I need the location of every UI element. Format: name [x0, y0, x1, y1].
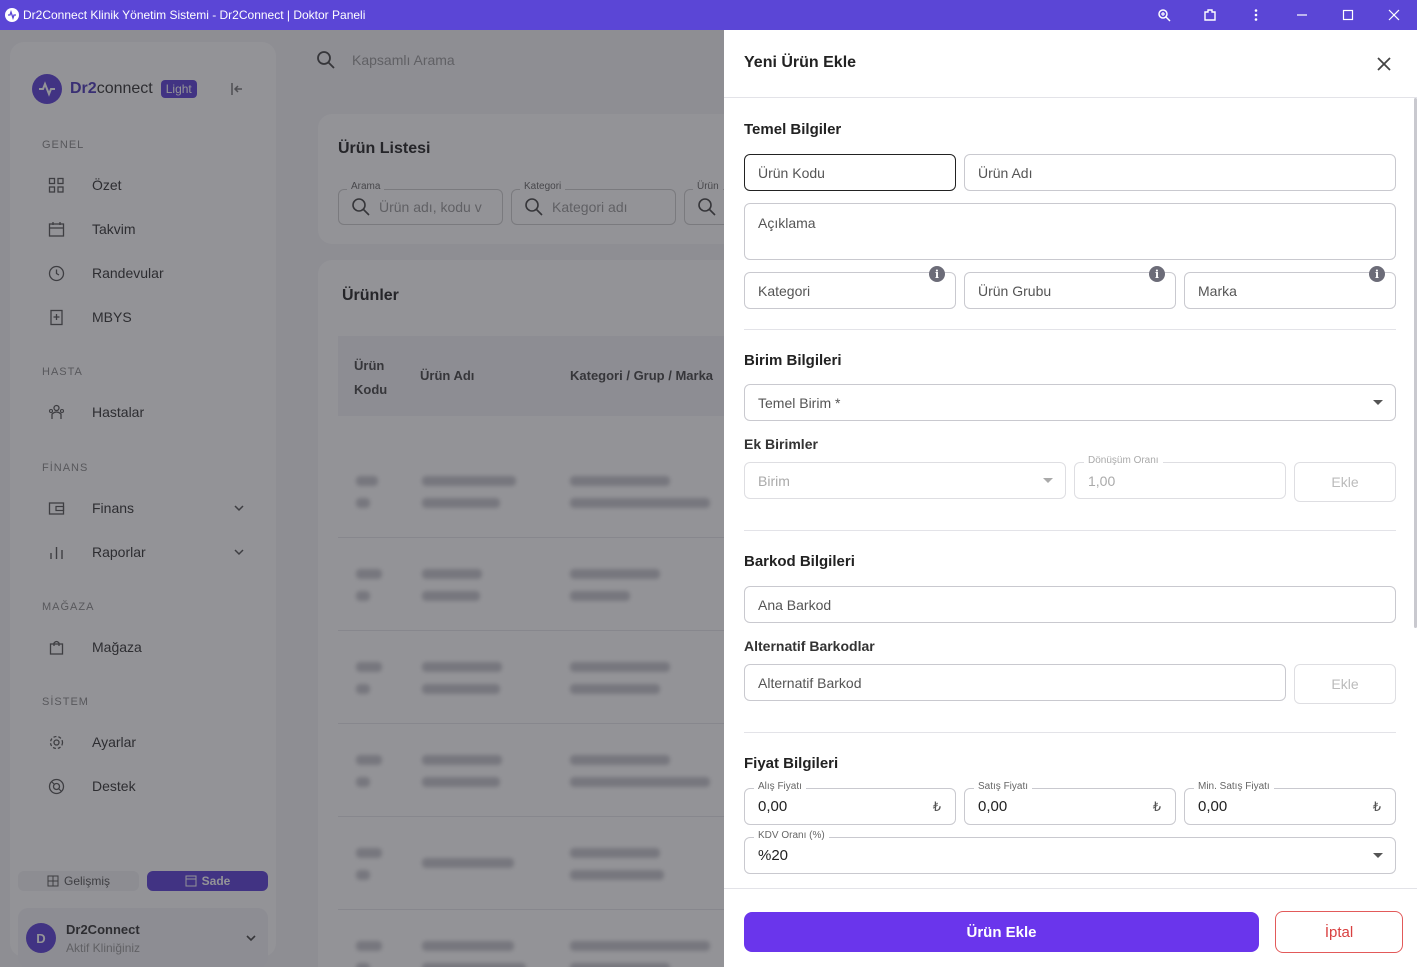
conversion-rate-input[interactable]: Dönüşüm Oranı 1,00 — [1074, 455, 1286, 499]
field-placeholder: Ana Barkod — [758, 596, 832, 613]
brand-input[interactable]: Marka — [1184, 272, 1396, 309]
drawer-header: Yeni Ürün Ekle — [724, 30, 1417, 98]
drawer-title: Yeni Ürün Ekle — [744, 54, 857, 71]
field-placeholder: Ürün Kodu — [758, 164, 825, 181]
app-icon — [5, 8, 19, 22]
modal-overlay[interactable] — [0, 30, 724, 967]
info-icon[interactable]: i — [929, 266, 945, 282]
minimize-icon[interactable] — [1279, 0, 1325, 30]
product-name-input[interactable]: Ürün Adı — [964, 154, 1396, 191]
field-placeholder: Alternatif Barkod — [758, 674, 862, 691]
more-menu-icon[interactable] — [1233, 0, 1279, 30]
alt-barcodes-title: Alternatif Barkodlar — [744, 638, 875, 654]
field-value: 0,00 — [758, 798, 788, 815]
extra-units-title: Ek Birimler — [744, 436, 818, 452]
zoom-icon[interactable] — [1141, 0, 1187, 30]
field-label: Alış Fiyatı — [754, 781, 806, 792]
min-sale-price-input[interactable]: Min. Satış Fiyatı 0,00 ₺ — [1184, 781, 1396, 825]
purchase-price-input[interactable]: Alış Fiyatı 0,00 ₺ — [744, 781, 956, 825]
chevron-down-icon — [1043, 478, 1053, 483]
field-placeholder: Birim — [758, 472, 790, 489]
chevron-down-icon — [1373, 853, 1383, 858]
window-title: Dr2Connect Klinik Yönetim Sistemi - Dr2C… — [23, 8, 366, 22]
divider — [744, 329, 1396, 330]
field-placeholder: Temel Birim * — [758, 394, 841, 411]
lira-icon: ₺ — [1372, 798, 1381, 814]
lira-icon: ₺ — [932, 798, 941, 814]
field-placeholder: Ürün Adı — [978, 164, 1033, 181]
maximize-icon[interactable] — [1325, 0, 1371, 30]
drawer-footer: Ürün Ekle İptal — [724, 888, 1417, 967]
section-price-info: Fiyat Bilgileri — [744, 755, 839, 772]
cancel-button[interactable]: İptal — [1275, 911, 1403, 953]
field-label: KDV Oranı (%) — [754, 830, 829, 841]
field-placeholder: Kategori — [758, 282, 811, 299]
extension-icon[interactable] — [1187, 0, 1233, 30]
field-placeholder: Açıklama — [758, 215, 816, 231]
add-barcode-button[interactable]: Ekle — [1294, 664, 1396, 704]
vat-rate-select[interactable]: KDV Oranı (%) %20 — [744, 830, 1396, 874]
section-basic-info: Temel Bilgiler — [744, 121, 842, 138]
alt-barcode-input[interactable]: Alternatif Barkod — [744, 664, 1286, 701]
sale-price-input[interactable]: Satış Fiyatı 0,00 ₺ — [964, 781, 1176, 825]
unit-select[interactable]: Birim — [744, 462, 1066, 499]
divider — [744, 530, 1396, 531]
field-value: 0,00 — [1198, 798, 1228, 815]
info-icon[interactable]: i — [1369, 266, 1385, 282]
field-value: 0,00 — [978, 798, 1008, 815]
close-window-icon[interactable] — [1371, 0, 1417, 30]
info-icon[interactable]: i — [1149, 266, 1165, 282]
field-label: Min. Satış Fiyatı — [1194, 781, 1274, 792]
field-label: Dönüşüm Oranı — [1084, 455, 1163, 466]
field-value: 1,00 — [1088, 472, 1116, 489]
field-placeholder: Marka — [1198, 282, 1237, 299]
chevron-down-icon — [1373, 400, 1383, 405]
main-barcode-input[interactable]: Ana Barkod — [744, 586, 1396, 623]
add-product-button[interactable]: Ürün Ekle — [744, 912, 1259, 952]
category-input[interactable]: Kategori — [744, 272, 956, 309]
lira-icon: ₺ — [1152, 798, 1161, 814]
close-icon[interactable] — [1374, 54, 1394, 74]
section-unit-info: Birim Bilgileri — [744, 352, 842, 369]
product-code-input[interactable]: Ürün Kodu — [744, 154, 956, 191]
divider — [744, 732, 1396, 733]
add-product-drawer: Yeni Ürün Ekle Temel Bilgiler Ürün Kodu … — [724, 30, 1417, 967]
section-barcode-info: Barkod Bilgileri — [744, 553, 855, 570]
base-unit-select[interactable]: Temel Birim * — [744, 384, 1396, 421]
window-titlebar: Dr2Connect Klinik Yönetim Sistemi - Dr2C… — [0, 0, 1417, 30]
field-value: %20 — [758, 847, 789, 864]
product-group-input[interactable]: Ürün Grubu — [964, 272, 1176, 309]
field-label: Satış Fiyatı — [974, 781, 1033, 792]
description-textarea[interactable]: Açıklama — [744, 203, 1396, 260]
field-placeholder: Ürün Grubu — [978, 282, 1052, 299]
add-unit-button[interactable]: Ekle — [1294, 462, 1396, 502]
